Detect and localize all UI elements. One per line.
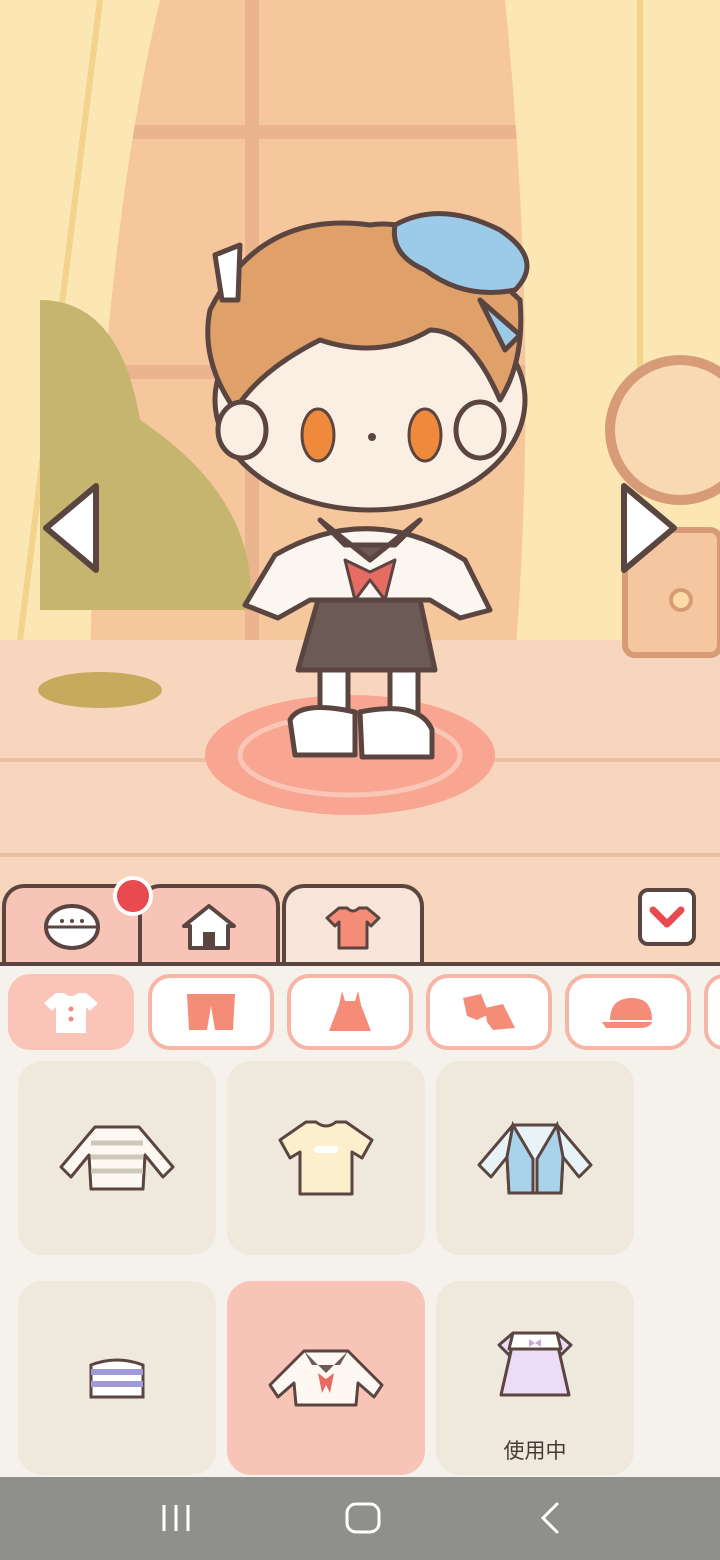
category-hats[interactable] (565, 974, 691, 1050)
right-triangle-icon (621, 483, 677, 573)
sailor-top-icon (268, 1349, 384, 1407)
clothing-item-in-use[interactable]: 使用中 (436, 1281, 634, 1475)
recent-apps-icon (162, 1505, 190, 1531)
clothing-item[interactable] (436, 1061, 634, 1255)
purple-striped-top-icon (89, 1358, 145, 1399)
system-navigation-bar (0, 1477, 720, 1560)
notification-badge (113, 876, 153, 916)
recent-apps-button[interactable] (146, 1493, 206, 1543)
house-icon (182, 904, 236, 950)
room-scene (0, 0, 720, 965)
back-button[interactable] (520, 1493, 580, 1543)
pants-icon (187, 994, 235, 1030)
category-tops[interactable] (8, 974, 134, 1050)
left-triangle-icon (43, 483, 99, 573)
lilac-dress-icon (497, 1331, 573, 1397)
home-square-icon (345, 1502, 381, 1534)
previous-arrow-button[interactable] (36, 478, 106, 578)
category-more[interactable] (704, 974, 720, 1050)
tab-clothing[interactable] (282, 884, 424, 966)
blue-jacket-icon (477, 1120, 593, 1195)
striped-long-sleeve-icon (59, 1125, 175, 1191)
hat-icon (602, 998, 652, 1028)
in-use-label: 使用中 (503, 1439, 567, 1463)
main-tab-bar (0, 884, 720, 966)
clothing-item[interactable] (227, 1061, 425, 1255)
cream-tshirt-icon (278, 1120, 374, 1196)
chevron-down-icon (649, 906, 685, 928)
home-button[interactable] (333, 1493, 393, 1543)
category-dresses[interactable] (287, 974, 413, 1050)
shoes-icon (463, 994, 515, 1030)
wardrobe-panel: 使用中 (0, 962, 720, 1477)
category-bottoms[interactable] (148, 974, 274, 1050)
dress-icon (329, 991, 371, 1031)
shirt-icon (325, 906, 381, 950)
back-chevron-icon (540, 1502, 559, 1534)
next-arrow-button[interactable] (614, 478, 684, 578)
clothing-item[interactable] (18, 1281, 216, 1475)
collapse-panel-button[interactable] (638, 888, 696, 946)
category-shoes[interactable] (426, 974, 552, 1050)
clothing-item-selected[interactable] (227, 1281, 425, 1475)
tab-home[interactable] (138, 884, 280, 966)
top-icon (44, 993, 98, 1033)
character-face-icon (44, 904, 100, 950)
clothing-item[interactable] (18, 1061, 216, 1255)
